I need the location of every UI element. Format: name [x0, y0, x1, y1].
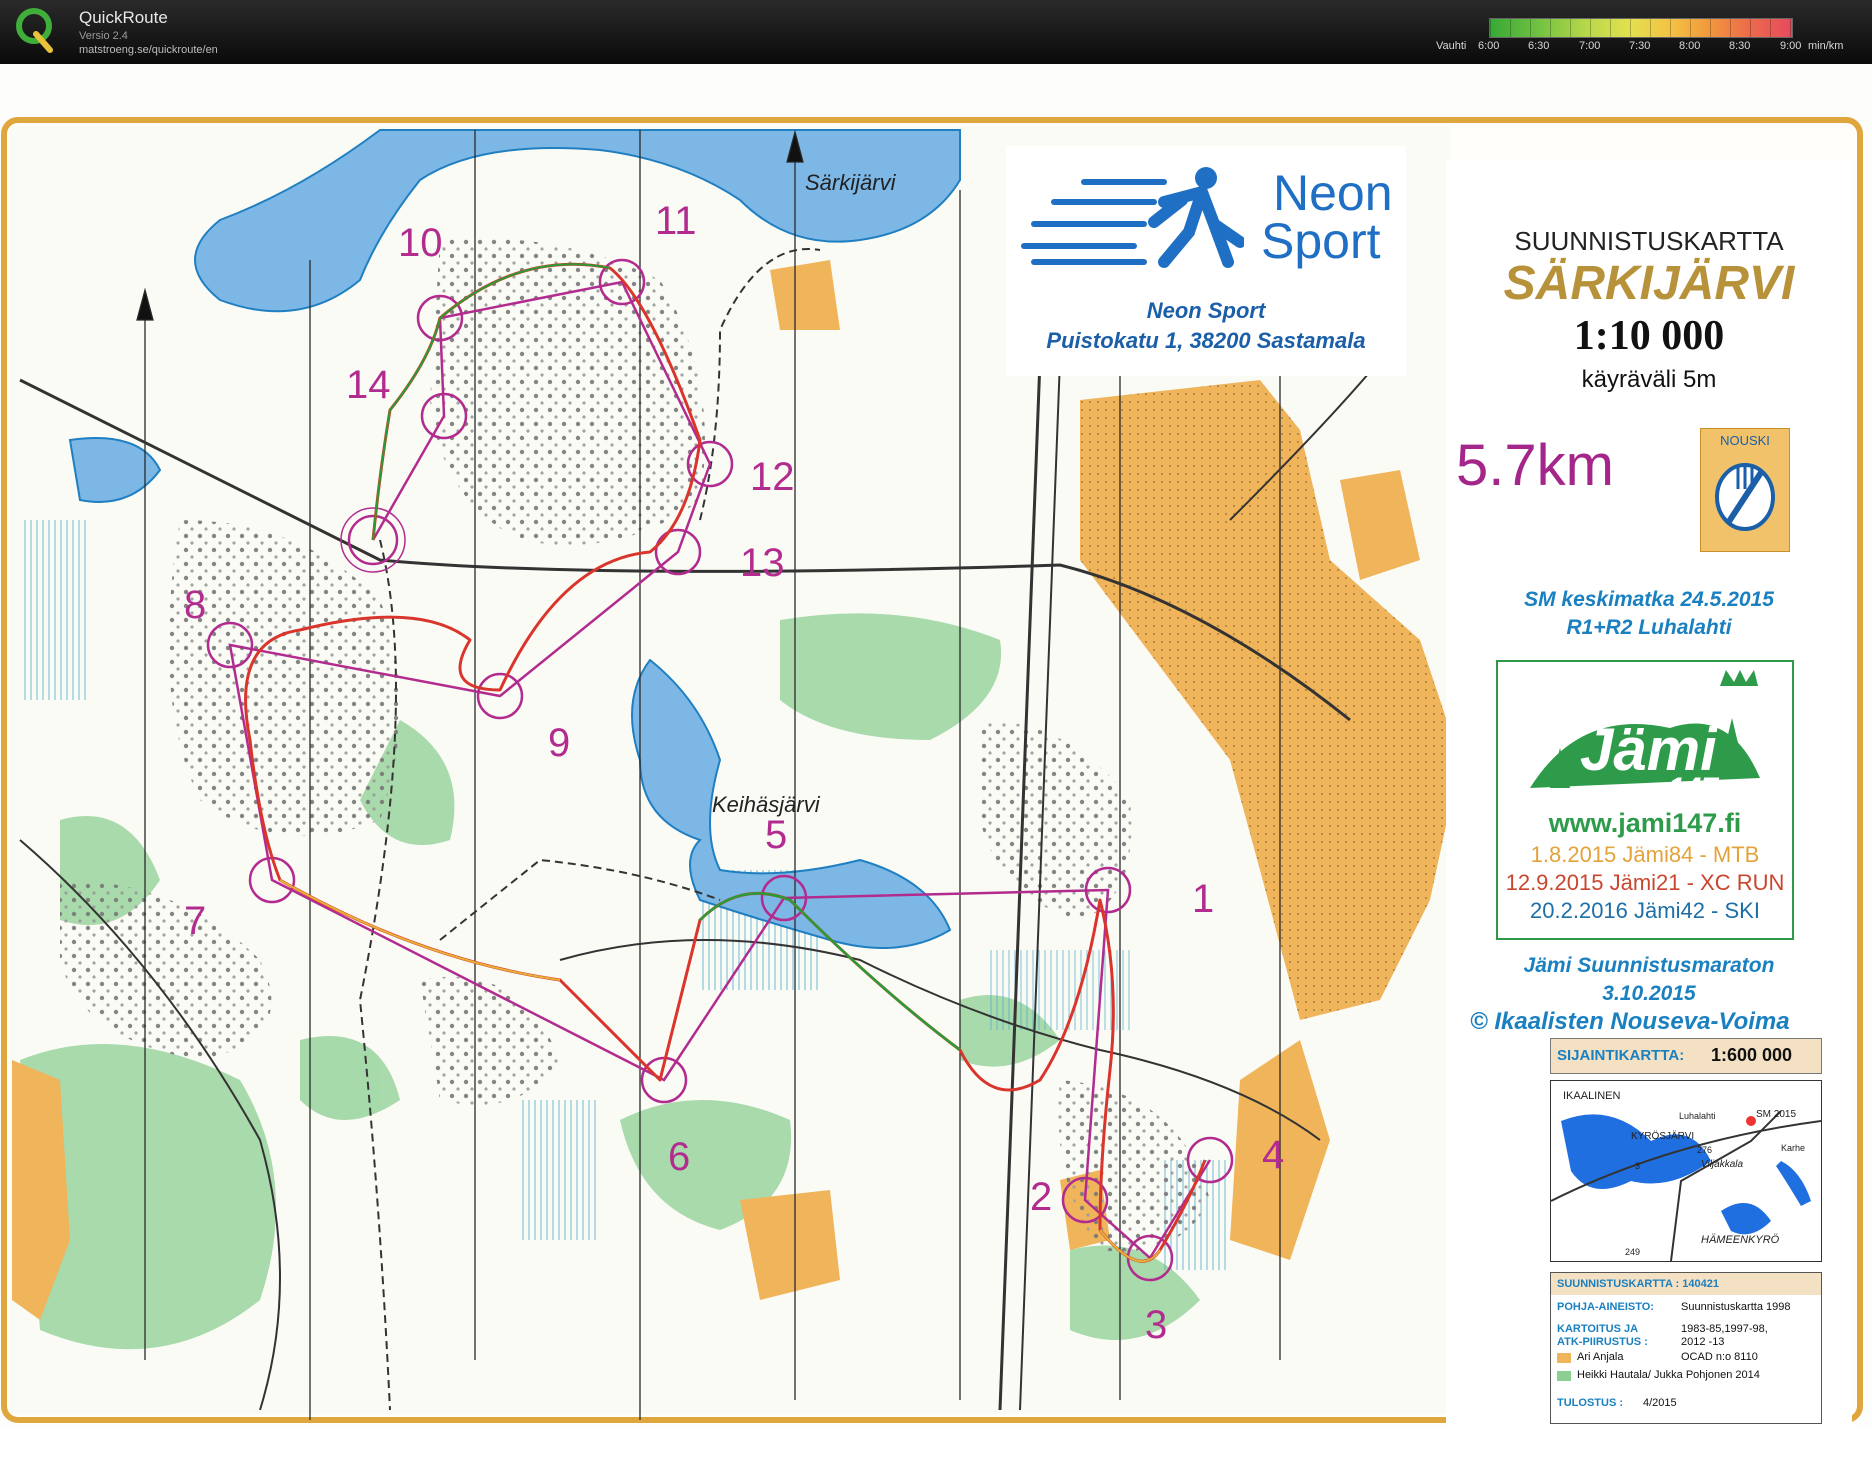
place-label: Luhalahti	[1679, 1111, 1716, 1121]
base-label: POHJA-AINEISTO:	[1557, 1301, 1654, 1313]
copyright-icon: ©	[1470, 1008, 1488, 1035]
neon-brand-bottom: Sport	[1261, 213, 1381, 269]
person2: Heikki Hautala/ Jukka Pohjonen 2014	[1577, 1369, 1760, 1381]
event-line2: R1+R2 Luhalahti	[1566, 616, 1732, 639]
neon-sport-ad: Neon Sport Neon Sport Puistokatu 1, 3820…	[1006, 146, 1406, 376]
person1: Ari Anjala	[1577, 1351, 1624, 1363]
control-label: 4	[1262, 1133, 1284, 1177]
control-label: 8	[184, 583, 206, 627]
location-map-label: SIJAINTIKARTTA:	[1557, 1047, 1685, 1064]
location-map-header: SIJAINTIKARTTA: 1:600 000	[1550, 1038, 1822, 1074]
road-label: 3	[1635, 1161, 1640, 1171]
control-label: 7	[184, 899, 206, 943]
control-label: 14	[346, 363, 391, 407]
title-block: SUUNNISTUSKARTTA SÄRKIJÄRVI 1:10 000 käy…	[1446, 160, 1852, 1480]
control-label: 11	[655, 199, 697, 243]
place-label: HÄMEENKYRÖ	[1701, 1234, 1780, 1246]
pace-tick: 7:30	[1629, 40, 1651, 52]
jami-ad: Jämi 147 www.jami147.fi 1.8.2015 Jämi84 …	[1496, 660, 1794, 940]
jami-event-2: 12.9.2015 Jämi21 - XC RUN	[1505, 870, 1785, 895]
print-value: 4/2015	[1643, 1397, 1677, 1409]
event-line1: SM keskimatka 24.5.2015	[1524, 588, 1774, 611]
control-label: 6	[668, 1135, 690, 1179]
print-label: TULOSTUS :	[1557, 1397, 1623, 1409]
lake-label-keihasjarvi: Keihäsjärvi	[712, 792, 821, 817]
place-label: Viljakkala	[1701, 1159, 1743, 1170]
map-heading: SUUNNISTUSKARTTA	[1514, 226, 1784, 256]
pace-tick: 6:30	[1528, 40, 1550, 52]
ocad-number: OCAD n:o 8110	[1681, 1351, 1758, 1363]
jami-event-3: 20.2.2016 Jämi42 - SKI	[1530, 898, 1760, 923]
credits-box: SUUNNISTUSKARTTA : 140421 POHJA-AINEISTO…	[1550, 1272, 1822, 1424]
course-length: 5.7km	[1456, 433, 1614, 498]
location-map-drawing: IKAALINEN SM 2015 KYRÖSJÄRVI Luhalahti V…	[1551, 1090, 1821, 1261]
place-label: KYRÖSJÄRVI	[1631, 1130, 1694, 1142]
place-label: IKAALINEN	[1563, 1090, 1621, 1102]
pace-color-scale	[1489, 18, 1793, 38]
marathon-title: Jämi Suunnistusmaraton	[1523, 954, 1775, 977]
jami-event-1: 1.8.2015 Jämi84 - MTB	[1530, 842, 1760, 867]
compass-icon	[1715, 463, 1775, 531]
contour-interval: käyräväli 5m	[1581, 366, 1717, 393]
place-label: SM 2015	[1756, 1109, 1796, 1120]
survey-label-1: KARTOITUS JA	[1557, 1323, 1639, 1335]
pace-unit: min/km	[1808, 40, 1844, 52]
control-label: 5	[765, 813, 787, 857]
control-label: 2	[1030, 1175, 1052, 1219]
control-label: 9	[548, 721, 570, 765]
copyright-holder: Ikaalisten Nouseva-Voima	[1494, 1008, 1790, 1035]
runner-logo-icon	[1021, 167, 1244, 268]
location-map-scale: 1:600 000	[1711, 1045, 1793, 1065]
jami-url[interactable]: www.jami147.fi	[1498, 808, 1792, 839]
pace-tick: 8:00	[1679, 40, 1701, 52]
pace-label: Vauhti	[1436, 40, 1467, 52]
control-label: 10	[398, 221, 443, 265]
map-name: SÄRKIJÄRVI	[1503, 257, 1795, 310]
pace-tick: 7:00	[1579, 40, 1601, 52]
app-titlebar: QuickRoute Versio 2.4 matstroeng.se/quic…	[0, 0, 1872, 64]
nouski-badge: NOUSKI	[1700, 428, 1790, 552]
pace-tick: 6:00	[1478, 40, 1500, 52]
survey-label-2: ATK-PIIRUSTUS :	[1557, 1336, 1648, 1348]
place-label: Karhe	[1781, 1143, 1805, 1153]
location-map: IKAALINEN SM 2015 KYRÖSJÄRVI Luhalahti V…	[1550, 1080, 1822, 1262]
road-label: 276	[1697, 1145, 1712, 1155]
lake-label-sarkijarvi: Särkijärvi	[805, 170, 897, 195]
quickroute-logo-icon	[16, 8, 53, 53]
road-label: 249	[1625, 1247, 1640, 1257]
marathon-date: 3.10.2015	[1602, 982, 1696, 1005]
jami-logo: Jämi 147	[1530, 670, 1760, 805]
base-value: Suunnistuskartta 1998	[1681, 1301, 1791, 1313]
survey-years-2: 2012 -13	[1681, 1336, 1725, 1348]
control-label: 12	[750, 455, 795, 499]
control-label: 3	[1145, 1303, 1167, 1347]
sponsor-name: Neon Sport	[1146, 298, 1266, 323]
control-label: 13	[740, 541, 785, 585]
person2-swatch	[1557, 1371, 1571, 1381]
pace-tick: 8:30	[1729, 40, 1751, 52]
pace-tick: 9:00	[1780, 40, 1802, 52]
map-scale: 1:10 000	[1573, 313, 1725, 359]
app-name: QuickRoute	[79, 8, 168, 27]
map-id: SUUNNISTUSKARTTA : 140421	[1551, 1273, 1821, 1295]
person1-swatch	[1557, 1353, 1571, 1363]
sponsor-address: Puistokatu 1, 38200 Sastamala	[1046, 328, 1366, 353]
app-url[interactable]: matstroeng.se/quickroute/en	[79, 44, 218, 56]
nouski-label: NOUSKI	[1720, 433, 1770, 448]
jami-logo-number: 147	[1668, 772, 1719, 805]
copyright-line: © Ikaalisten Nouseva-Voima	[1470, 1008, 1790, 1036]
map-paper: 1 2 3 4 5 6 7 8 9 10 11 12 13 14 Särkijä…	[0, 64, 1872, 1480]
control-label: 1	[1192, 877, 1214, 921]
app-version: Versio 2.4	[79, 30, 128, 42]
survey-years-1: 1983-85,1997-98,	[1681, 1323, 1768, 1335]
